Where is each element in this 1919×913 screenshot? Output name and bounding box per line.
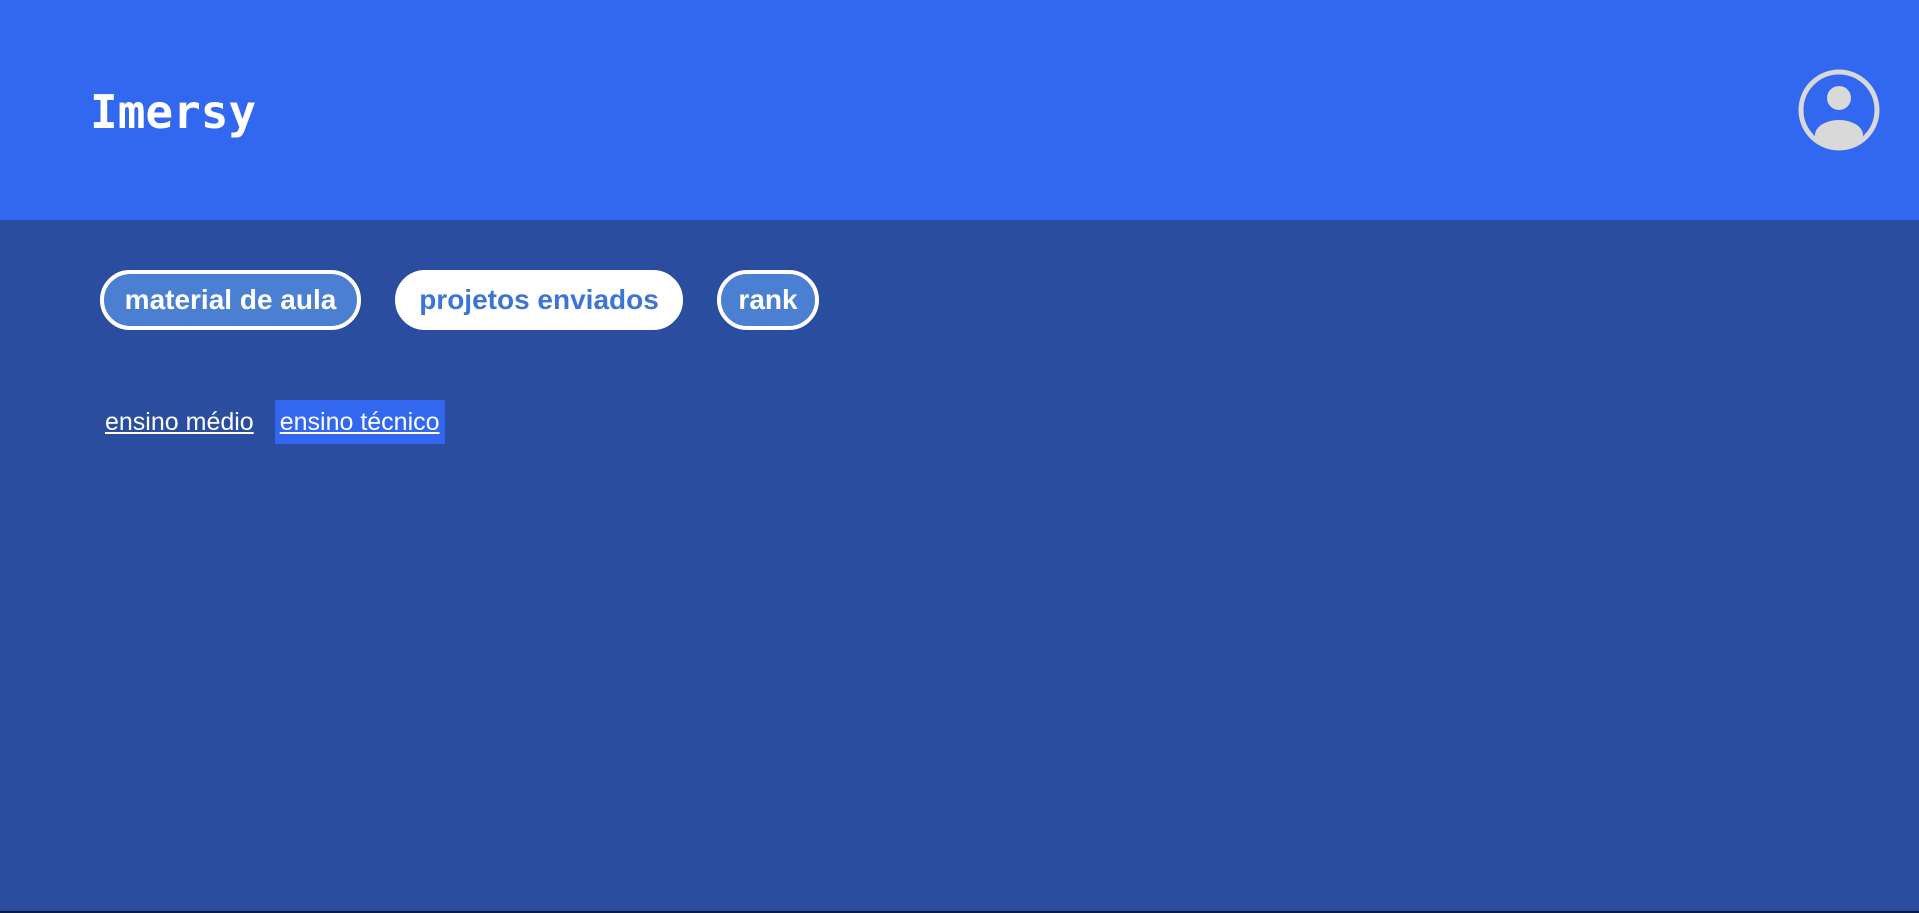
main-content: material de aula projetos enviados rank … xyxy=(0,220,1919,913)
section-tabs: material de aula projetos enviados rank xyxy=(100,270,819,330)
level-filter-links: ensino médio ensino técnico xyxy=(100,400,445,444)
app-header: Imersy xyxy=(0,0,1919,220)
link-ensino-medio[interactable]: ensino médio xyxy=(100,400,259,444)
user-circle-icon xyxy=(1798,69,1880,151)
link-ensino-tecnico[interactable]: ensino técnico xyxy=(274,400,445,444)
user-avatar-icon[interactable] xyxy=(1798,69,1880,151)
tab-material-de-aula[interactable]: material de aula xyxy=(100,270,361,330)
tab-projetos-enviados[interactable]: projetos enviados xyxy=(395,270,683,330)
app-logo[interactable]: Imersy xyxy=(90,84,256,140)
tab-rank[interactable]: rank xyxy=(717,270,819,330)
